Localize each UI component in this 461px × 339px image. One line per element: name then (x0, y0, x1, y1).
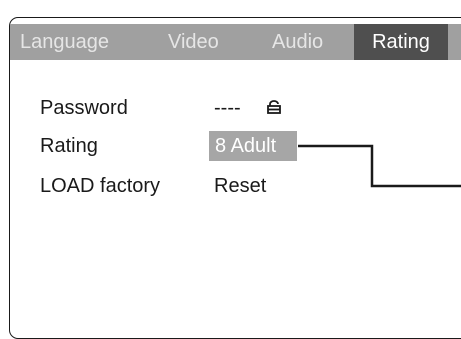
callout-leader-line (298, 144, 461, 188)
